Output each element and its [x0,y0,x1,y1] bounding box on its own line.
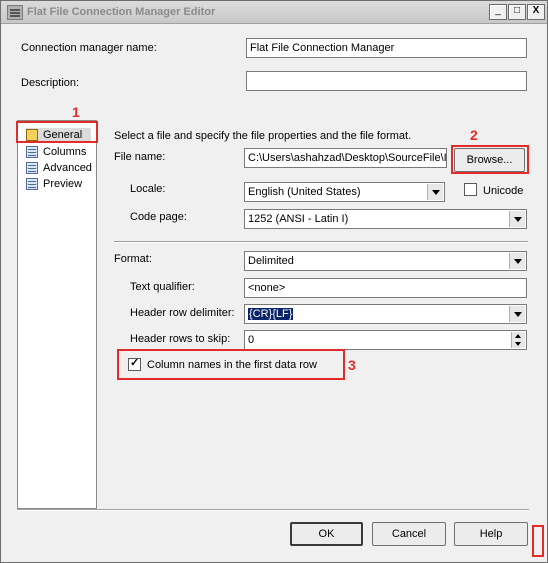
unicode-label: Unicode [483,185,524,197]
locale-label: Locale: [130,183,166,195]
header-rows-to-skip-label: Header rows to skip: [130,333,231,345]
window-app-icon [7,5,23,20]
chevron-down-icon[interactable] [509,306,525,322]
window-title: Flat File Connection Manager Editor [27,6,216,18]
format-value: Delimited [248,255,294,267]
footer-divider [17,509,529,511]
locale-value: English (United States) [248,186,361,198]
description-label: Description: [21,77,80,89]
column-names-checkbox[interactable]: ✓ [128,357,141,371]
header-row-delimiter-value: {CR}{LF} [248,308,294,320]
text-qualifier-input[interactable]: <none> [244,278,527,298]
navigation-panel: General Columns Advanced Preview [17,120,97,509]
maximize-button[interactable]: □ [508,4,526,20]
annotation-number-1: 1 [72,104,80,120]
dialog-window: Flat File Connection Manager Editor _ □ … [0,0,548,563]
code-page-select[interactable]: 1252 (ANSI - Latin I) [244,209,527,229]
file-name-input[interactable]: C:\Users\ashahzad\Desktop\SourceFile\In [244,148,447,168]
section-divider [114,241,528,243]
preview-icon [26,178,38,190]
annotation-box-1 [16,121,98,143]
code-page-label: Code page: [130,211,187,223]
code-page-value: 1252 (ANSI - Latin I) [248,213,349,225]
format-label: Format: [114,253,152,265]
text-qualifier-label: Text qualifier: [130,281,195,293]
title-bar[interactable]: Flat File Connection Manager Editor _ □ … [1,1,547,24]
header-row-delimiter-label: Header row delimiter: [130,307,235,319]
nav-item-label: Advanced [43,162,92,174]
ok-button[interactable]: OK [290,522,363,546]
annotation-number-2: 2 [470,127,478,143]
unicode-checkbox[interactable] [464,183,477,196]
close-button[interactable]: X [527,4,545,20]
description-input[interactable] [246,71,527,91]
locale-select[interactable]: English (United States) [244,182,445,202]
header-row-delimiter-select[interactable]: {CR}{LF} [244,304,527,324]
cancel-button[interactable]: Cancel [372,522,446,546]
chevron-down-icon[interactable] [427,184,443,200]
column-names-label: Column names in the first data row [147,359,317,371]
header-rows-to-skip-stepper[interactable]: 0 [244,330,527,350]
header-rows-to-skip-value: 0 [248,334,255,346]
chevron-down-icon[interactable] [509,211,525,227]
nav-item-label: Columns [43,146,87,158]
nav-item-label: Preview [43,178,83,190]
file-name-label: File name: [114,151,166,163]
help-button[interactable]: Help [454,522,528,546]
minimize-button[interactable]: _ [489,4,507,20]
connection-manager-name-label: Connection manager name: [21,42,157,54]
annotation-box-edge [532,525,544,557]
columns-icon [26,146,38,158]
spinner-arrows-icon[interactable] [511,332,525,348]
instructions-text: Select a file and specify the file prope… [114,130,412,142]
connection-manager-name-input[interactable]: Flat File Connection Manager [246,38,527,58]
browse-button[interactable]: Browse... [454,148,525,172]
format-select[interactable]: Delimited [244,251,527,271]
advanced-icon [26,162,38,174]
annotation-number-3: 3 [348,357,356,373]
chevron-down-icon[interactable] [509,253,525,269]
checkmark-icon: ✓ [130,357,140,369]
